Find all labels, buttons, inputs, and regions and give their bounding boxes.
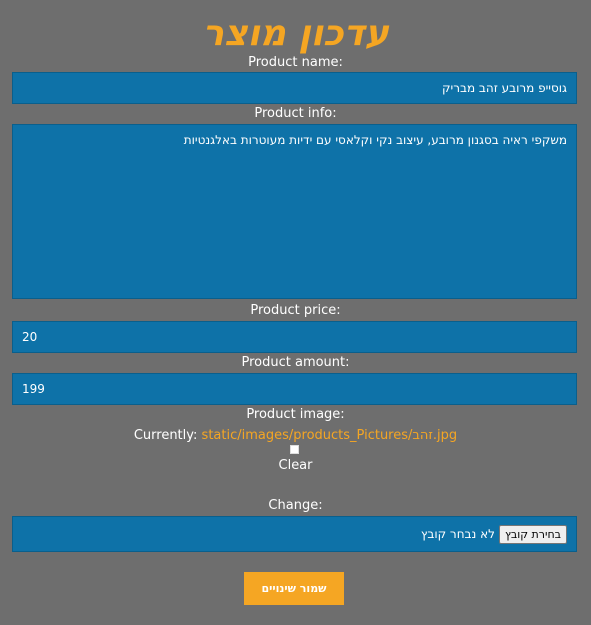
product-name-input[interactable]: גוסייפ מרובע זהב מבריק (12, 72, 577, 104)
current-image-link[interactable]: static/images/products_Pictures/זהב.jpg (202, 428, 458, 443)
no-file-chosen-text: לא נבחר קובץ (420, 527, 495, 541)
product-info-textarea[interactable]: משקפי ראיה בסגנון מרובע, עיצוב נקי וקלאס… (12, 124, 577, 299)
currently-label: Currently: (133, 428, 198, 443)
product-amount-value: 199 (22, 382, 45, 396)
product-name-label: Product name: (248, 55, 343, 70)
page-title: עדכון מוצר (202, 13, 389, 54)
save-changes-button[interactable]: שמור שינויים (244, 572, 344, 605)
product-name-value: גוסייפ מרובע זהב מבריק (442, 81, 567, 95)
product-info-value: משקפי ראיה בסגנון מרובע, עיצוב נקי וקלאס… (183, 133, 567, 147)
choose-file-button[interactable]: בחירת קובץ (498, 524, 567, 544)
product-image-label: Product image: (246, 407, 345, 422)
product-price-input[interactable]: 20 (12, 321, 577, 353)
file-input-row: בחירת קובץ לא נבחר קובץ (12, 516, 577, 552)
current-image-row: Currently: static/images/products_Pictur… (0, 428, 591, 444)
update-product-page: עדכון מוצר Product name: גוסייפ מרובע זה… (0, 0, 591, 625)
clear-checkbox[interactable] (290, 445, 299, 454)
change-label: Change: (268, 498, 323, 513)
product-price-value: 20 (22, 330, 38, 344)
product-amount-label: Product amount: (241, 355, 350, 370)
product-price-label: Product price: (250, 303, 341, 318)
product-amount-input[interactable]: 199 (12, 373, 577, 405)
clear-label: Clear (278, 458, 313, 473)
product-info-label: Product info: (254, 106, 337, 121)
